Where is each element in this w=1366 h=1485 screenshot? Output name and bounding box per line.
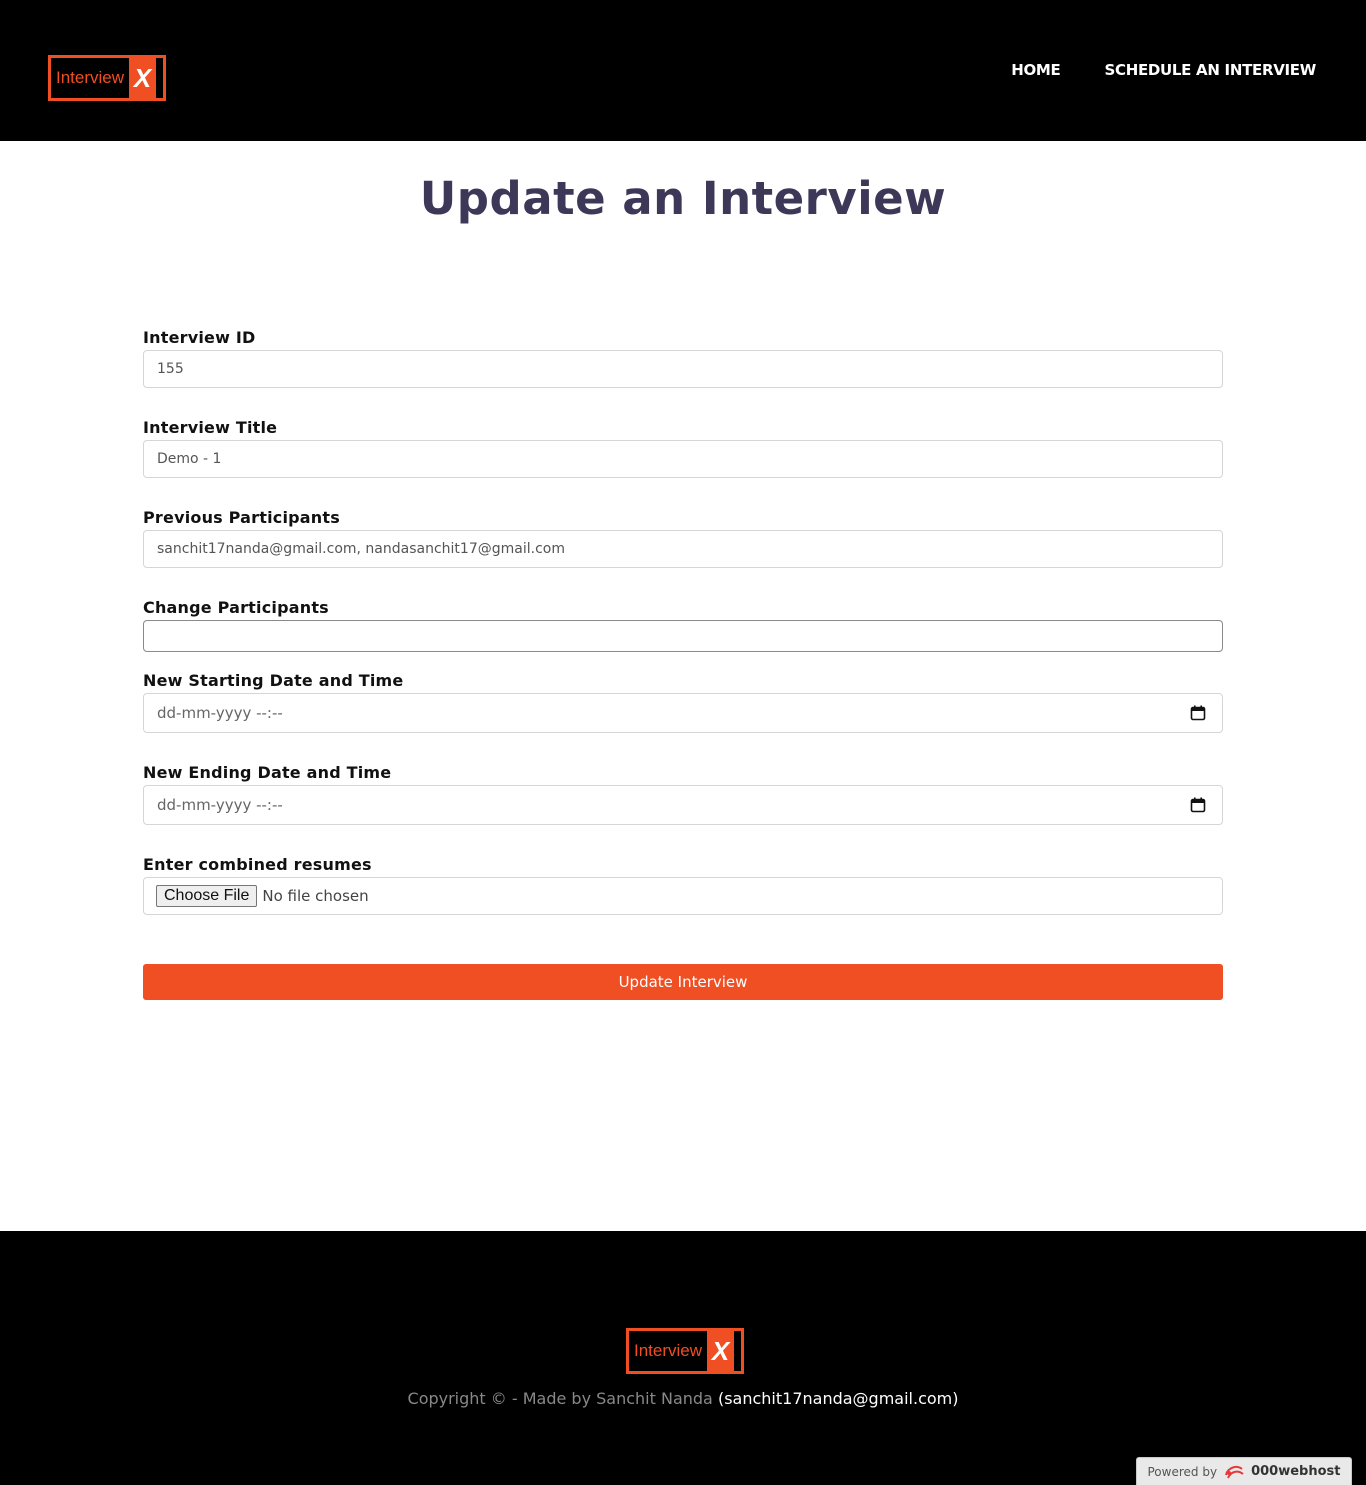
copyright-text: Copyright © - Made by Sanchit Nanda [407, 1389, 713, 1408]
file-status: No file chosen [262, 887, 369, 905]
previous-participants-label: Previous Participants [143, 508, 340, 527]
new-end-datetime-input[interactable]: dd-mm-yyyy --:-- [143, 785, 1223, 825]
new-start-placeholder: dd-mm-yyyy --:-- [157, 704, 283, 722]
new-end-placeholder: dd-mm-yyyy --:-- [157, 796, 283, 814]
choose-file-button[interactable]: Choose File [156, 885, 258, 907]
new-start-label: New Starting Date and Time [143, 671, 404, 690]
interview-id-label: Interview ID [143, 328, 256, 347]
calendar-icon[interactable] [1190, 705, 1206, 721]
powered-by-badge[interactable]: Powered by 000webhost [1136, 1457, 1352, 1485]
previous-participants-value: sanchit17nanda@gmail.com, nandasanchit17… [157, 541, 565, 557]
change-participants-field[interactable] [143, 620, 1223, 652]
logo-corner-mark [626, 1328, 634, 1331]
main-nav: HOME SCHEDULE AN INTERVIEW [1011, 61, 1316, 79]
new-end-label: New Ending Date and Time [143, 763, 392, 782]
footer-email-link[interactable]: (sanchit17nanda@gmail.com) [718, 1389, 959, 1408]
site-logo[interactable]: Interview X [48, 55, 166, 101]
page-title: Update an Interview [419, 172, 947, 225]
nav-schedule-link[interactable]: SCHEDULE AN INTERVIEW [1104, 61, 1316, 79]
resumes-label: Enter combined resumes [143, 855, 372, 874]
webhost-logo-icon [1225, 1465, 1244, 1478]
interview-title-label: Interview Title [143, 418, 278, 437]
site-footer: Interview X Copyright © - Made by Sanchi… [0, 1231, 1366, 1485]
nav-home-link[interactable]: HOME [1011, 61, 1061, 79]
host-name: 000webhost [1251, 1464, 1341, 1479]
logo-word: Interview [51, 58, 130, 98]
previous-participants-field[interactable]: sanchit17nanda@gmail.com, nandasanchit17… [143, 530, 1223, 568]
logo-corner-mark [48, 55, 56, 58]
interview-id-value: 155 [157, 361, 184, 377]
update-interview-button[interactable]: Update Interview [143, 964, 1223, 1000]
interview-id-field[interactable]: 155 [143, 350, 1223, 388]
powered-by-text: Powered by [1147, 1464, 1218, 1479]
footer-copyright: Copyright © - Made by Sanchit Nanda (san… [0, 1389, 1366, 1408]
logo-x-mark: X [129, 58, 157, 98]
resumes-file-input: Choose File No file chosen [143, 877, 1223, 915]
logo-x-mark: X [707, 1331, 735, 1371]
calendar-icon[interactable] [1190, 797, 1206, 813]
footer-logo[interactable]: Interview X [626, 1328, 744, 1374]
interview-title-value: Demo - 1 [157, 451, 222, 467]
interview-title-field[interactable]: Demo - 1 [143, 440, 1223, 478]
logo-word: Interview [629, 1331, 708, 1371]
change-participants-label: Change Participants [143, 598, 329, 617]
site-header: Interview X HOME SCHEDULE AN INTERVIEW [0, 0, 1366, 141]
new-start-datetime-input[interactable]: dd-mm-yyyy --:-- [143, 693, 1223, 733]
